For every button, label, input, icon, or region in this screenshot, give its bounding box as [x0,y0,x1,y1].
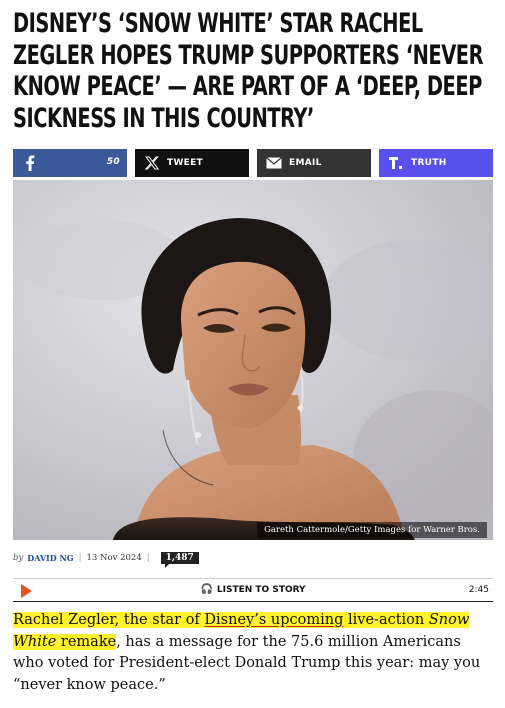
share-bar: 50 TWEET EMAIL TRUTH [13,149,493,177]
headphones-icon: 🎧 [200,584,213,595]
tweet-button[interactable]: TWEET [135,149,249,177]
facebook-icon [21,154,39,172]
hero-image: Gareth Cattermole/Getty Images for Warne… [13,180,493,540]
facebook-share-button[interactable]: 50 [13,149,127,177]
facebook-share-count: 50 [106,157,120,167]
envelope-icon [265,154,283,172]
x-icon [143,154,161,172]
article-lead-paragraph: Rachel Zegler, the star of Disney’s upco… [13,610,493,696]
email-share-button[interactable]: EMAIL [257,149,371,177]
truth-label: TRUTH [411,158,447,168]
article-text: remake [56,633,117,650]
headline-container: Disney’s ‘Snow White’ Star Rachel Zegler… [13,8,493,140]
byline-prefix: by [13,553,24,563]
listen-label: LISTEN TO STORY [216,585,306,595]
email-label: EMAIL [289,158,322,168]
article-text: live-action [343,612,429,628]
truth-share-button[interactable]: TRUTH [379,149,493,177]
audio-duration: 2:45 [468,585,489,595]
truth-social-icon [387,154,405,172]
photo-credit: Gareth Cattermole/Getty Images for Warne… [257,522,487,538]
article-text: Rachel Zegler, the star of [13,612,205,628]
article-link[interactable]: Disney’s upcoming [204,612,343,628]
portrait-photo [13,180,493,540]
publish-date: 13 Nov 2024 [86,553,142,563]
listen-to-story[interactable]: 🎧 LISTEN TO STORY [13,584,493,595]
article-headline: Disney’s ‘Snow White’ Star Rachel Zegler… [13,8,484,134]
audio-player: 🎧 LISTEN TO STORY 2:45 [13,578,493,602]
byline-divider: | [146,553,150,563]
byline-divider: | [78,553,82,563]
tweet-label: TWEET [167,158,204,168]
byline: by DAVID NG | 13 Nov 2024 | 1,487 [13,552,199,568]
comments-count-badge[interactable]: 1,487 [160,552,199,568]
author-link[interactable]: DAVID NG [27,553,73,563]
